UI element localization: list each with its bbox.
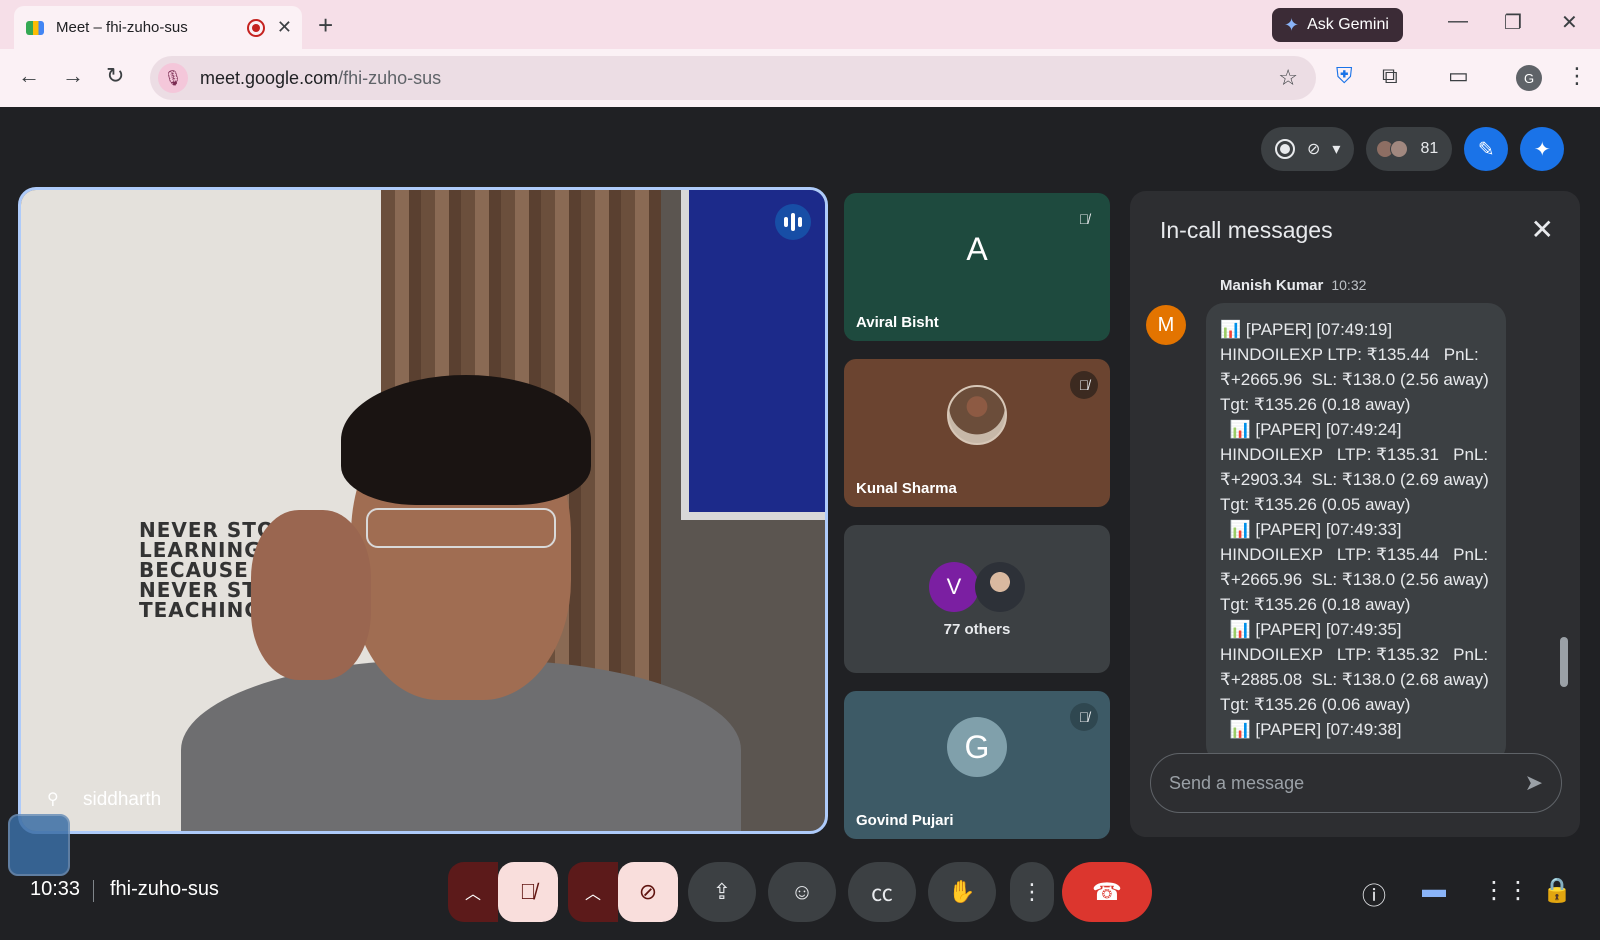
message-compose-box: ➤ [1150,753,1562,813]
close-panel-icon[interactable]: ✕ [1531,213,1554,246]
meeting-info-icon[interactable]: ⓘ [1362,876,1386,911]
chat-scrollbar[interactable] [1560,637,1568,687]
participant-avatars-icon [1376,140,1409,158]
message-line: 📊 [PAPER] [07:49:38] [1220,720,1402,739]
participant-name: Aviral Bisht [856,314,939,331]
host-controls-lock-icon[interactable]: 🔒 [1542,876,1572,905]
camera-control-group: ︿ ⊘ [568,862,678,922]
message-bubble: 📊 [PAPER] [07:49:19] HINDOILEXP LTP: ₹13… [1206,303,1506,763]
message-sender: Manish Kumar 10:32 [1220,277,1367,294]
pin-icon[interactable]: ⚲ [47,789,59,809]
tab-title: Meet – fhi-zuho-sus [56,19,188,36]
chat-icon[interactable]: ▬ [1422,876,1446,904]
participant-initial: G [947,717,1007,778]
in-call-messages-panel: In-call messages ✕ Manish Kumar 10:32 M 📊… [1130,191,1580,837]
recording-icon [1275,139,1295,159]
forward-icon[interactable]: → [62,63,84,89]
avatar: V [929,562,979,613]
recording-indicator-icon [246,18,265,37]
extensions-puzzle-icon[interactable]: ⧉ [1382,63,1398,89]
activities-grid-icon[interactable]: ⋮⋮ [1482,876,1530,905]
participant-tile-aviral[interactable]: A 🎙̸ Aviral Bisht [844,193,1110,341]
reload-icon[interactable]: ↻ [106,63,124,89]
main-participant-name: siddharth [83,789,162,810]
message-line: 📊 [PAPER] [07:49:33] HINDOILEXP LTP: ₹13… [1220,520,1498,614]
notes-pencil-button[interactable]: ✎ [1464,127,1509,171]
message-line: 📊 [PAPER] [07:49:19] HINDOILEXP LTP: ₹13… [1220,320,1498,414]
meeting-clock: 10:33 [30,878,81,900]
profile-avatar[interactable]: G [1516,65,1542,91]
ask-gemini-button[interactable]: ✦ Ask Gemini [1272,8,1403,42]
close-window-icon[interactable]: ✕ [1561,10,1578,35]
speaking-audio-icon [775,204,811,240]
browser-tab[interactable]: Meet – fhi-zuho-sus ✕ [14,6,302,49]
browser-tab-bar: Meet – fhi-zuho-sus ✕ + ✦ Ask Gemini — ❐… [0,0,1600,49]
participant-tile-kunal[interactable]: 🎙̸ Kunal Sharma [844,359,1110,507]
present-screen-button[interactable]: ⇪ [688,862,756,922]
message-input[interactable] [1169,772,1525,794]
more-options-button[interactable]: ⋮ [1010,862,1054,922]
muted-mic-icon: 🎙̸ [1070,703,1098,731]
mic-control-group: ︿ 🎙̸ [448,862,558,922]
main-video-tile[interactable]: NEVER STOP LEARNING BECAUSE NEVER STOP T… [18,187,828,834]
back-icon[interactable]: ← [18,63,40,89]
bookmark-star-icon[interactable]: ☆ [1278,65,1298,91]
participant-count: 81 [1420,140,1439,157]
participant-name: Govind Pujari [856,812,954,829]
gemini-button[interactable]: ✦ [1520,127,1565,171]
gemini-sparkle-icon: ✦ [1284,14,1300,35]
video-feed: NEVER STOP LEARNING BECAUSE NEVER STOP T… [21,190,825,831]
extension-shield-icon[interactable]: ⛨ [1336,63,1353,89]
send-icon[interactable]: ➤ [1525,770,1543,796]
reactions-button[interactable]: ☺ [768,862,836,922]
mic-off-button[interactable]: 🎙̸ [498,862,558,922]
participant-photo-avatar [947,385,1007,446]
minimize-icon[interactable]: — [1448,10,1468,33]
muted-mic-icon: 🎙̸ [1078,211,1090,227]
captions-button[interactable]: ㏄ [848,862,916,922]
meeting-code: fhi-zuho-sus [110,878,219,900]
participant-name: Kunal Sharma [856,480,957,497]
floating-app-launcher[interactable] [8,814,70,876]
audio-options-chevron-icon[interactable]: ︿ [448,862,498,922]
message-line: 📊 [PAPER] [07:49:24] HINDOILEXP LTP: ₹13… [1220,420,1498,514]
bottom-control-bar: 10:33 fhi-zuho-sus ︿ 🎙̸ ︿ ⊘ ⇪ ☺ ㏄ ✋ ⋮ ☎ … [0,854,1600,940]
address-bar[interactable]: 🎙 meet.google.com/fhi-zuho-sus ☆ [150,56,1316,100]
top-controls: ⊘ ▾ 81 ✎ ✦ [1261,127,1565,171]
meet-stage: ⊘ ▾ 81 ✎ ✦ NEVER STOP LEARNING BECAUSE N… [0,107,1600,940]
raise-hand-button[interactable]: ✋ [928,862,996,922]
message-time: 10:32 [1331,277,1367,293]
camera-off-button[interactable]: ⊘ [618,862,678,922]
ask-gemini-label: Ask Gemini [1307,16,1389,33]
recording-pill[interactable]: ⊘ ▾ [1261,127,1355,171]
no-camera-icon: ⊘ [1307,141,1321,158]
close-tab-icon[interactable]: ✕ [277,17,292,38]
url-text: meet.google.com/fhi-zuho-sus [200,67,442,88]
meet-favicon-icon [26,20,44,35]
people-button[interactable]: 81 [1366,127,1453,171]
participant-tile-govind[interactable]: G 🎙̸ Govind Pujari [844,691,1110,839]
divider [93,880,94,902]
video-options-chevron-icon[interactable]: ︿ [568,862,618,922]
others-count-label: 77 others [943,621,1011,638]
leave-call-button[interactable]: ☎ [1062,862,1152,922]
restore-icon[interactable]: ❐ [1504,10,1522,35]
mic-in-use-icon[interactable]: 🎙 [158,63,188,93]
others-tile[interactable]: V 77 others [844,525,1110,673]
new-tab-button[interactable]: + [318,10,333,41]
panel-title: In-call messages [1160,217,1333,243]
muted-mic-icon: 🎙̸ [1070,371,1098,399]
sender-avatar: M [1146,305,1186,345]
participant-initial: A [966,230,988,267]
message-line: 📊 [PAPER] [07:49:35] HINDOILEXP LTP: ₹13… [1220,620,1498,714]
chevron-down-icon: ▾ [1332,141,1341,158]
others-avatars: V [929,562,1025,613]
browser-menu-icon[interactable]: ⋮ [1566,63,1588,89]
browser-toolbar: ← → ↻ 🎙 meet.google.com/fhi-zuho-sus ☆ ⛨… [0,49,1600,107]
tab-search-icon[interactable]: ▭ [1448,63,1469,89]
avatar [975,562,1025,613]
